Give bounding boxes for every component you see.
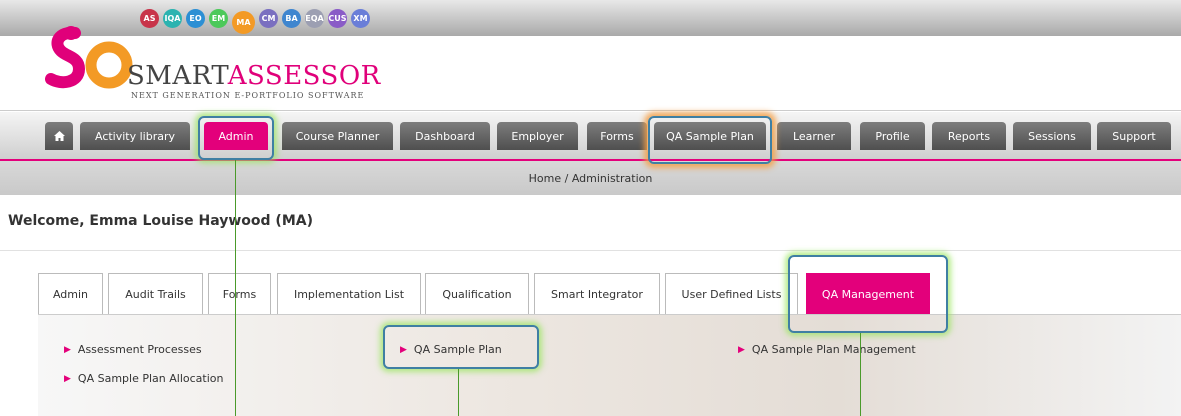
nav-employer[interactable]: Employer xyxy=(497,122,578,150)
qa-management-panel xyxy=(38,315,1181,416)
welcome-message: Welcome, Emma Louise Haywood (MA) xyxy=(8,213,313,229)
main-nav: Activity library Admin Course Planner Da… xyxy=(0,112,1181,159)
tab-admin[interactable]: Admin xyxy=(38,273,103,314)
nav-home[interactable] xyxy=(45,122,73,150)
nav-profile[interactable]: Profile xyxy=(860,122,925,150)
logo-tagline: Next Generation E-Portfolio Software xyxy=(131,91,365,100)
tab-user-defined-lists[interactable]: User Defined Lists xyxy=(665,273,798,314)
arrow-right-icon: ▶ xyxy=(738,344,745,355)
link-label: Assessment Processes xyxy=(77,343,202,356)
home-icon xyxy=(53,131,65,141)
link-qa-sample-plan-management[interactable]: ▶ QA Sample Plan Management xyxy=(738,343,916,356)
highlight-qa-sample-plan-link xyxy=(383,325,539,369)
nav-support[interactable]: Support xyxy=(1097,122,1171,150)
link-label: QA Sample Plan Allocation xyxy=(77,372,224,385)
tab-smart-integrator[interactable]: Smart Integrator xyxy=(534,273,660,314)
nav-activity-library[interactable]: Activity library xyxy=(80,122,190,150)
highlight-qa-sample-plan-nav xyxy=(648,116,772,164)
nav-reports[interactable]: Reports xyxy=(932,122,1006,150)
logo-mark-icon xyxy=(45,26,133,89)
tab-audit-trails[interactable]: Audit Trails xyxy=(108,273,203,314)
connector-line xyxy=(235,160,236,416)
tab-qualification[interactable]: Qualification xyxy=(425,273,529,314)
connector-line xyxy=(458,369,459,416)
connector-line xyxy=(860,333,861,416)
nav-learner[interactable]: Learner xyxy=(777,122,851,150)
tab-forms[interactable]: Forms xyxy=(208,273,271,314)
smartassessor-logo[interactable]: SMARTASSESSOR Next Generation E-Portfoli… xyxy=(45,25,405,105)
link-label: QA Sample Plan Management xyxy=(751,343,916,356)
link-assessment-processes[interactable]: ▶ Assessment Processes xyxy=(64,343,202,356)
link-qa-sample-plan-allocation[interactable]: ▶ QA Sample Plan Allocation xyxy=(64,372,223,385)
header-divider xyxy=(0,110,1181,111)
arrow-right-icon: ▶ xyxy=(64,373,71,384)
nav-sessions[interactable]: Sessions xyxy=(1013,122,1091,150)
nav-course-planner[interactable]: Course Planner xyxy=(282,122,393,150)
tab-implementation-list[interactable]: Implementation List xyxy=(277,273,421,314)
breadcrumb[interactable]: Home / Administration xyxy=(0,161,1181,195)
breadcrumb-bar: Home / Administration xyxy=(0,161,1181,195)
highlight-admin-nav xyxy=(198,116,274,160)
logo-wordmark: SMARTASSESSOR xyxy=(127,61,381,91)
content-divider xyxy=(0,250,1181,251)
highlight-qa-management-tab xyxy=(788,255,948,333)
nav-dashboard[interactable]: Dashboard xyxy=(400,122,490,150)
arrow-right-icon: ▶ xyxy=(64,344,71,355)
nav-forms[interactable]: Forms xyxy=(587,122,647,150)
